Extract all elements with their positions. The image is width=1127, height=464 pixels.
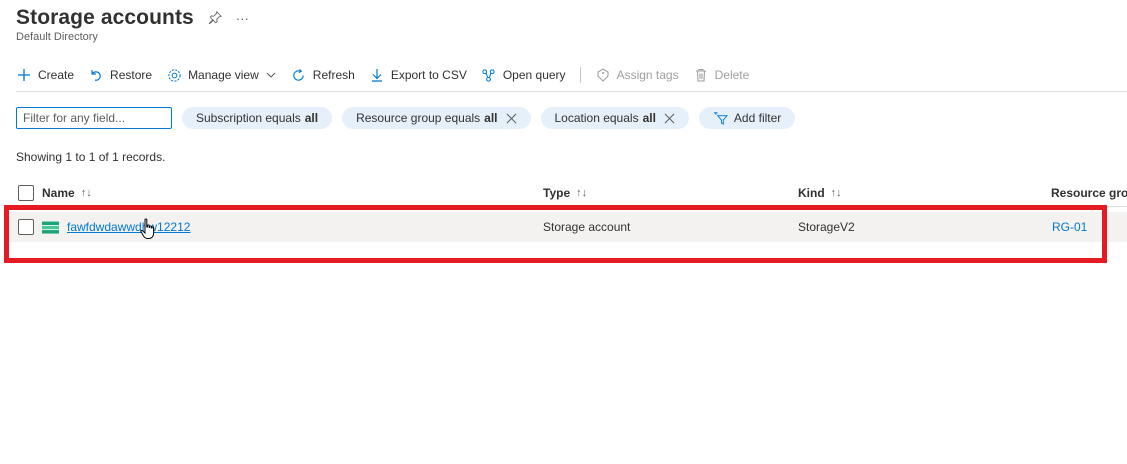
assign-tags-label: Assign tags	[616, 68, 679, 82]
page-header: Storage accounts ··· Default Directory	[16, 6, 249, 43]
refresh-icon	[291, 67, 307, 83]
subscription-filter-pill[interactable]: Subscription equals all	[182, 107, 333, 129]
close-icon[interactable]	[664, 113, 675, 124]
resource-group-filter-pill[interactable]: Resource group equals all	[342, 107, 531, 129]
column-header-name[interactable]: Name ↑↓	[42, 182, 92, 204]
location-filter-value: all	[642, 111, 656, 125]
column-name-label: Name	[42, 186, 75, 200]
table-header: Name ↑↓ Type ↑↓ Kind ↑↓ Resource grou	[16, 182, 1127, 204]
download-icon	[369, 67, 385, 83]
column-header-kind[interactable]: Kind ↑↓	[798, 182, 842, 204]
sort-icon[interactable]: ↑↓	[81, 187, 92, 199]
select-all-checkbox[interactable]	[18, 185, 34, 201]
command-toolbar: Create Restore Manage view Refresh Expor…	[16, 64, 763, 86]
refresh-button[interactable]: Refresh	[291, 67, 355, 83]
row-checkbox[interactable]	[18, 219, 34, 235]
row-kind-cell: StorageV2	[798, 220, 855, 234]
location-filter-pill[interactable]: Location equals all	[540, 107, 689, 129]
table-row[interactable]: fawfdwdawwdhw12212 Storage account Stora…	[8, 212, 1127, 242]
row-resource-group-cell: RG-01	[1052, 212, 1087, 242]
resource-group-filter-label: Resource group equals	[356, 111, 481, 125]
location-filter-label: Location equals	[554, 111, 639, 125]
add-filter-icon	[713, 111, 728, 125]
open-query-label: Open query	[502, 68, 566, 82]
column-header-resource-group[interactable]: Resource grou	[1051, 182, 1127, 204]
subscription-filter-label: Subscription equals	[196, 111, 301, 125]
add-filter-label: Add filter	[733, 111, 782, 125]
storage-account-icon	[42, 220, 59, 234]
delete-label: Delete	[714, 68, 750, 82]
add-filter-button[interactable]: Add filter	[698, 107, 796, 129]
table-header-divider	[16, 206, 1127, 207]
row-type-cell: Storage account	[543, 220, 631, 234]
toolbar-divider	[16, 91, 1127, 92]
create-button[interactable]: Create	[16, 67, 74, 83]
open-query-button[interactable]: Open query	[481, 67, 566, 83]
close-icon[interactable]	[506, 113, 517, 124]
export-csv-button[interactable]: Export to CSV	[369, 67, 467, 83]
column-kind-label: Kind	[798, 186, 825, 200]
select-all-cell	[18, 182, 34, 204]
records-count: Showing 1 to 1 of 1 records.	[16, 150, 166, 164]
row-select-cell	[18, 212, 34, 242]
restore-label: Restore	[110, 68, 153, 82]
resource-group-link[interactable]: RG-01	[1052, 220, 1087, 234]
manage-view-label: Manage view	[188, 68, 259, 82]
tag-icon	[595, 67, 611, 83]
filter-row: Subscription equals all Resource group e…	[16, 107, 796, 129]
page-title: Storage accounts	[16, 6, 194, 29]
gear-icon	[166, 67, 182, 83]
refresh-label: Refresh	[312, 68, 355, 82]
column-resource-group-label: Resource grou	[1051, 186, 1127, 200]
chevron-down-icon	[265, 67, 277, 83]
undo-icon	[88, 67, 104, 83]
filter-input[interactable]	[16, 107, 172, 129]
sort-icon[interactable]: ↑↓	[831, 187, 842, 199]
create-label: Create	[38, 68, 75, 82]
plus-icon	[16, 67, 32, 83]
export-csv-label: Export to CSV	[390, 68, 467, 82]
delete-button[interactable]: Delete	[693, 67, 750, 83]
row-name-cell: fawfdwdawwdhw12212	[42, 212, 190, 242]
more-icon[interactable]: ···	[236, 11, 249, 26]
subscription-filter-value: all	[304, 111, 319, 125]
pin-icon[interactable]	[208, 11, 222, 25]
resource-name-link[interactable]: fawfdwdawwdhw12212	[67, 220, 190, 234]
page-subtitle: Default Directory	[16, 31, 98, 43]
sort-icon[interactable]: ↑↓	[576, 187, 587, 199]
resource-group-filter-value: all	[484, 111, 498, 125]
column-type-label: Type	[543, 186, 571, 200]
title-row: Storage accounts ···	[16, 6, 249, 30]
query-icon	[481, 67, 497, 83]
storage-accounts-page: Storage accounts ··· Default Directory C…	[0, 0, 1127, 464]
toolbar-separator	[579, 67, 581, 83]
restore-button[interactable]: Restore	[88, 67, 152, 83]
trash-icon	[693, 67, 709, 83]
assign-tags-button[interactable]: Assign tags	[595, 67, 679, 83]
manage-view-button[interactable]: Manage view	[166, 67, 277, 83]
column-header-type[interactable]: Type ↑↓	[543, 182, 587, 204]
